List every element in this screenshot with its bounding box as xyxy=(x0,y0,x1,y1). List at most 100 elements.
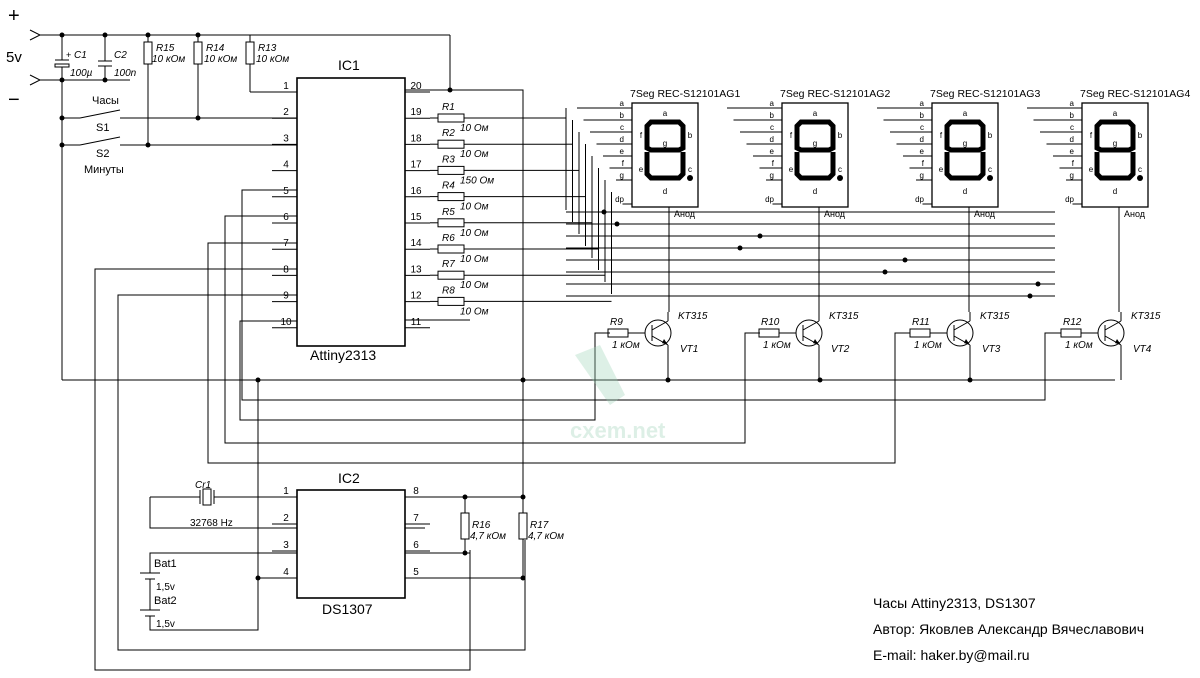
segment-resistor-value: 10 Ом xyxy=(460,149,489,160)
segment-resistor-name: R1 xyxy=(442,102,455,113)
ic1-pin-label: 2 xyxy=(283,107,289,118)
pin-label: a xyxy=(620,99,625,108)
r16-name: R16 xyxy=(472,520,491,531)
c2-name: C2 xyxy=(114,50,127,61)
decimal-point xyxy=(837,175,843,181)
info-author: Автор: Яковлев Александр Вячеславович xyxy=(873,621,1144,637)
transistor-type: KT315 xyxy=(1131,311,1161,322)
segment-letter: c xyxy=(688,165,692,174)
r17-value: 4,7 кОм xyxy=(528,531,564,542)
minus-arrow xyxy=(29,74,42,86)
pin-label: dp xyxy=(765,195,774,204)
segment-resistor-name: R3 xyxy=(442,154,455,165)
segment-resistors: R1 10 Ом R2 10 Ом R3 150 Ом R4 10 Ом R5 10 Ом R6 10… xyxy=(430,102,566,317)
segment-letter: c xyxy=(838,165,842,174)
bat1-voltage: 1,5v xyxy=(156,582,175,593)
ic1-pin-label: 12 xyxy=(410,291,422,302)
ic2-pin-label: 8 xyxy=(413,486,419,497)
pin-label: dp xyxy=(1065,195,1074,204)
pin-label: c xyxy=(1070,123,1074,132)
segment-letter: d xyxy=(663,187,667,196)
pin-label: c xyxy=(620,123,624,132)
ic1-pin-label: 16 xyxy=(410,186,422,197)
crystal-frequency: 32768 Hz xyxy=(190,518,233,529)
segment-resistor-name: R6 xyxy=(442,233,455,244)
ic1-title: IC1 xyxy=(338,57,360,73)
info-block: Часы Attiny2313, DS1307 Автор: Яковлев А… xyxy=(873,595,1144,663)
plus-arrow xyxy=(29,29,42,41)
display-name: 7Seg REC-S12101AG2 xyxy=(780,88,890,100)
segment-letter: e xyxy=(939,165,944,174)
ic1-body xyxy=(296,77,406,347)
display-name: 7Seg REC-S12101AG1 xyxy=(630,88,740,100)
pin-label: c xyxy=(920,123,924,132)
transistor-name: VT4 xyxy=(1133,344,1152,355)
segment-letter: a xyxy=(663,109,668,118)
ic1-pin-label: 15 xyxy=(410,212,422,223)
segment-letter: g xyxy=(1113,139,1117,148)
segment-letter: g xyxy=(813,139,817,148)
segment-letter: g xyxy=(663,139,667,148)
segment-letter: d xyxy=(813,187,817,196)
transistor-body xyxy=(795,319,823,347)
ic1-pin-label: 10 xyxy=(280,317,292,328)
pin-label: c xyxy=(770,123,774,132)
segment-letter: b xyxy=(688,131,693,140)
pin-label: g xyxy=(620,171,624,180)
segment-letter: b xyxy=(838,131,843,140)
segment-letter: a xyxy=(963,109,968,118)
display-name: 7Seg REC-S12101AG4 xyxy=(1080,88,1190,100)
pin-label: d xyxy=(1070,135,1074,144)
segment-resistor-value: 10 Ом xyxy=(460,254,489,265)
anode-label: Анод xyxy=(674,209,696,219)
segment-resistor-name: R8 xyxy=(442,285,455,296)
transistor-vt4: R12 1 кОм KT315 VT4 xyxy=(1051,311,1161,380)
pin-label: d xyxy=(920,135,924,144)
pin-label: e xyxy=(1070,147,1075,156)
pin-label: g xyxy=(1070,171,1074,180)
transistor-body xyxy=(644,319,672,347)
segment-letter: c xyxy=(988,165,992,174)
watermark-text: cxem.net xyxy=(570,418,666,443)
resistor-r14: R14 10 кОм xyxy=(193,35,237,118)
base-resistor-value: 1 кОм xyxy=(914,340,942,351)
ic1-pin-label: 6 xyxy=(283,212,289,223)
anode-label: Анод xyxy=(1124,209,1146,219)
ic2-pin-label: 2 xyxy=(283,513,289,524)
s2-label: S2 xyxy=(96,148,109,160)
c1-value: 100µ xyxy=(70,68,93,79)
ic1-pin-label: 14 xyxy=(410,238,422,249)
resistor-r13: R13 10 кОм xyxy=(245,35,297,93)
ic1-attiny2313: IC1 Attiny2313 1234567891020191817161514… xyxy=(272,57,430,363)
base-resistor-value: 1 кОм xyxy=(612,340,640,351)
base-resistor-value: 1 кОм xyxy=(763,340,791,351)
ic1-pin-label: 5 xyxy=(283,186,289,197)
pin-label: b xyxy=(1070,111,1075,120)
bat1-name: Bat1 xyxy=(154,558,177,570)
segment-letter: b xyxy=(988,131,993,140)
ic1-pin-label: 17 xyxy=(410,160,422,171)
transistor-type: KT315 xyxy=(829,311,859,322)
transistors: R9 1 кОм KT315 VT1 R10 1 кОм KT315 VT2 R11 1 кОм K… xyxy=(598,311,1161,380)
segment-letter: e xyxy=(639,165,644,174)
transistor-type: KT315 xyxy=(678,311,708,322)
seven-segment-display-2: 7Seg REC-S12101AG2af bge cdabcdefgdpАнод xyxy=(727,88,890,312)
resistor-r15: R15 10 кОм xyxy=(143,35,185,145)
minutes-label: Минуты xyxy=(84,164,124,176)
minus-sign: − xyxy=(8,89,20,111)
pin-label: g xyxy=(770,171,774,180)
base-resistor-value: 1 кОм xyxy=(1065,340,1093,351)
ic1-pin-label: 9 xyxy=(283,291,289,302)
ic2-pin-label: 5 xyxy=(413,567,419,578)
c1-name: C1 xyxy=(74,50,87,61)
c2-value: 100n xyxy=(114,68,137,79)
pin-label: a xyxy=(770,99,775,108)
ic2-pin-label: 6 xyxy=(413,540,419,551)
r14-name: R14 xyxy=(206,43,225,54)
seven-segment-display-1: 7Seg REC-S12101AG1af bge cdabcdefgdpАнод xyxy=(577,88,740,312)
segment-resistor-name: R2 xyxy=(442,128,455,139)
segment-resistor-value: 10 Ом xyxy=(460,123,489,134)
ic1-pin-label: 13 xyxy=(410,264,422,275)
bat2-name: Bat2 xyxy=(154,595,177,607)
decimal-point xyxy=(687,175,693,181)
